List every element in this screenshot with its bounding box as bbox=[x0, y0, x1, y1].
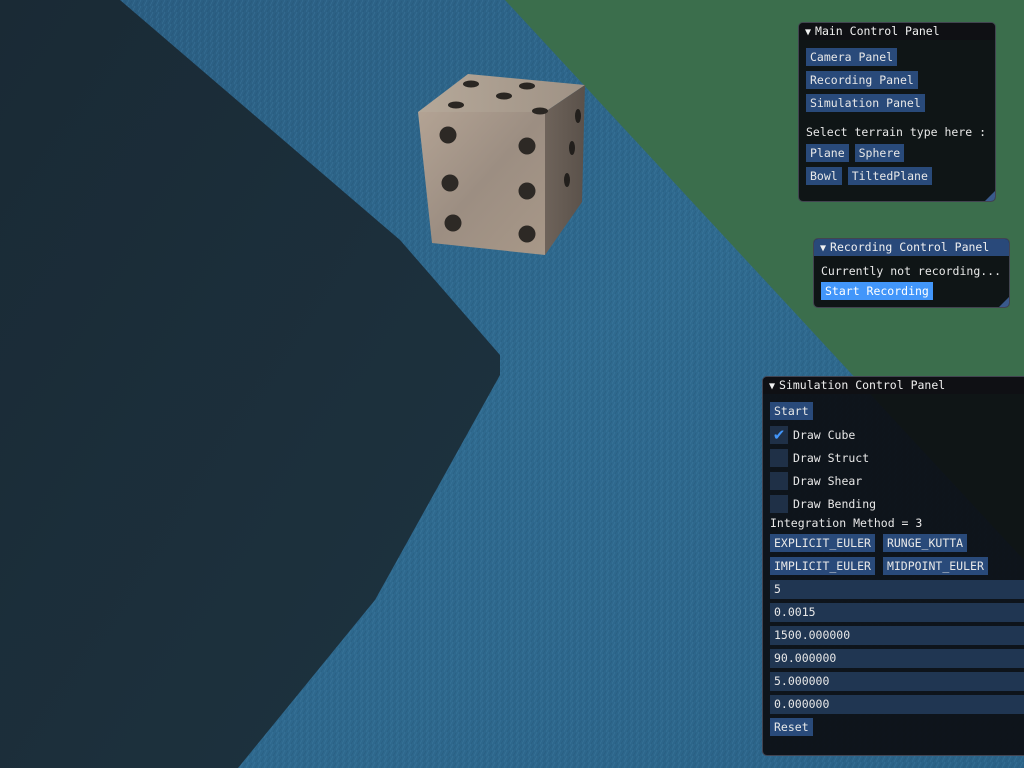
terrain-tiltedplane-button[interactable]: TiltedPlane bbox=[847, 167, 932, 185]
check-icon: ✔ bbox=[772, 425, 786, 444]
draw-cube-checkbox[interactable]: ✔ bbox=[770, 425, 788, 444]
draw-struct-checkbox-row[interactable]: Draw Struct bbox=[770, 448, 1024, 467]
recording-control-panel[interactable]: ▼ Recording Control Panel Currently not r… bbox=[813, 238, 1010, 308]
draw-shear-checkbox-row[interactable]: Draw Shear bbox=[770, 471, 1024, 490]
draw-bending-checkbox-row[interactable]: Draw Bending bbox=[770, 494, 1024, 513]
draw-struct-label: Draw Struct bbox=[793, 450, 870, 465]
terrain-prompt-label: Select terrain type here : bbox=[806, 125, 987, 139]
draw-cube-checkbox-row[interactable]: ✔ Draw Cube bbox=[770, 425, 1024, 444]
dice-cube[interactable] bbox=[418, 74, 585, 255]
terrain-bowl-button[interactable]: Bowl bbox=[806, 167, 842, 185]
simulation-panel-button[interactable]: Simulation Panel bbox=[806, 94, 925, 112]
resize-grip[interactable] bbox=[985, 191, 995, 201]
start-recording-button[interactable]: Start Recording bbox=[821, 282, 933, 300]
reset-button[interactable]: Reset bbox=[770, 718, 813, 736]
parameter-input-6[interactable]: 0.000000 bbox=[770, 695, 1024, 714]
draw-shear-checkbox[interactable] bbox=[770, 471, 788, 490]
draw-struct-checkbox[interactable] bbox=[770, 448, 788, 467]
recording-panel-title: Recording Control Panel bbox=[830, 240, 990, 254]
resize-grip[interactable] bbox=[999, 297, 1009, 307]
parameter-input-2[interactable]: 0.0015 bbox=[770, 603, 1024, 622]
runge-kutta-button[interactable]: RUNGE_KUTTA bbox=[882, 534, 968, 552]
draw-cube-label: Draw Cube bbox=[793, 427, 856, 442]
parameter-input-4[interactable]: 90.000000 bbox=[770, 649, 1024, 668]
collapse-triangle-icon[interactable]: ▼ bbox=[805, 27, 811, 38]
collapse-triangle-icon[interactable]: ▼ bbox=[820, 243, 826, 254]
simulation-control-panel[interactable]: ▼ Simulation Control Panel Start ✔ Draw C… bbox=[762, 376, 1024, 756]
terrain-plane-button[interactable]: Plane bbox=[806, 144, 849, 162]
draw-shear-label: Draw Shear bbox=[793, 473, 863, 488]
draw-bending-label: Draw Bending bbox=[793, 496, 877, 511]
main-control-panel[interactable]: ▼ Main Control Panel Camera Panel Recordi… bbox=[798, 22, 996, 202]
explicit-euler-button[interactable]: EXPLICIT_EULER bbox=[770, 534, 875, 552]
simulation-panel-title: Simulation Control Panel bbox=[779, 378, 946, 392]
parameter-input-1[interactable]: 5 bbox=[770, 580, 1024, 599]
implicit-euler-button[interactable]: IMPLICIT_EULER bbox=[770, 557, 875, 575]
main-panel-title-bar[interactable]: ▼ Main Control Panel bbox=[799, 23, 995, 40]
draw-bending-checkbox[interactable] bbox=[770, 494, 788, 513]
midpoint-euler-button[interactable]: MIDPOINT_EULER bbox=[882, 557, 988, 575]
main-panel-title: Main Control Panel bbox=[815, 24, 940, 38]
parameter-input-3[interactable]: 1500.000000 bbox=[770, 626, 1024, 645]
simulation-panel-title-bar[interactable]: ▼ Simulation Control Panel bbox=[763, 377, 1024, 394]
integration-method-label: Integration Method = 3 bbox=[770, 516, 923, 530]
recording-panel-button[interactable]: Recording Panel bbox=[806, 71, 918, 89]
recording-panel-title-bar[interactable]: ▼ Recording Control Panel bbox=[814, 239, 1009, 256]
terrain-sphere-button[interactable]: Sphere bbox=[854, 144, 905, 162]
simulation-start-button[interactable]: Start bbox=[770, 402, 813, 420]
parameter-input-5[interactable]: 5.000000 bbox=[770, 672, 1024, 691]
camera-panel-button[interactable]: Camera Panel bbox=[806, 48, 898, 66]
recording-status-text: Currently not recording... bbox=[821, 264, 1002, 278]
collapse-triangle-icon[interactable]: ▼ bbox=[769, 381, 775, 392]
